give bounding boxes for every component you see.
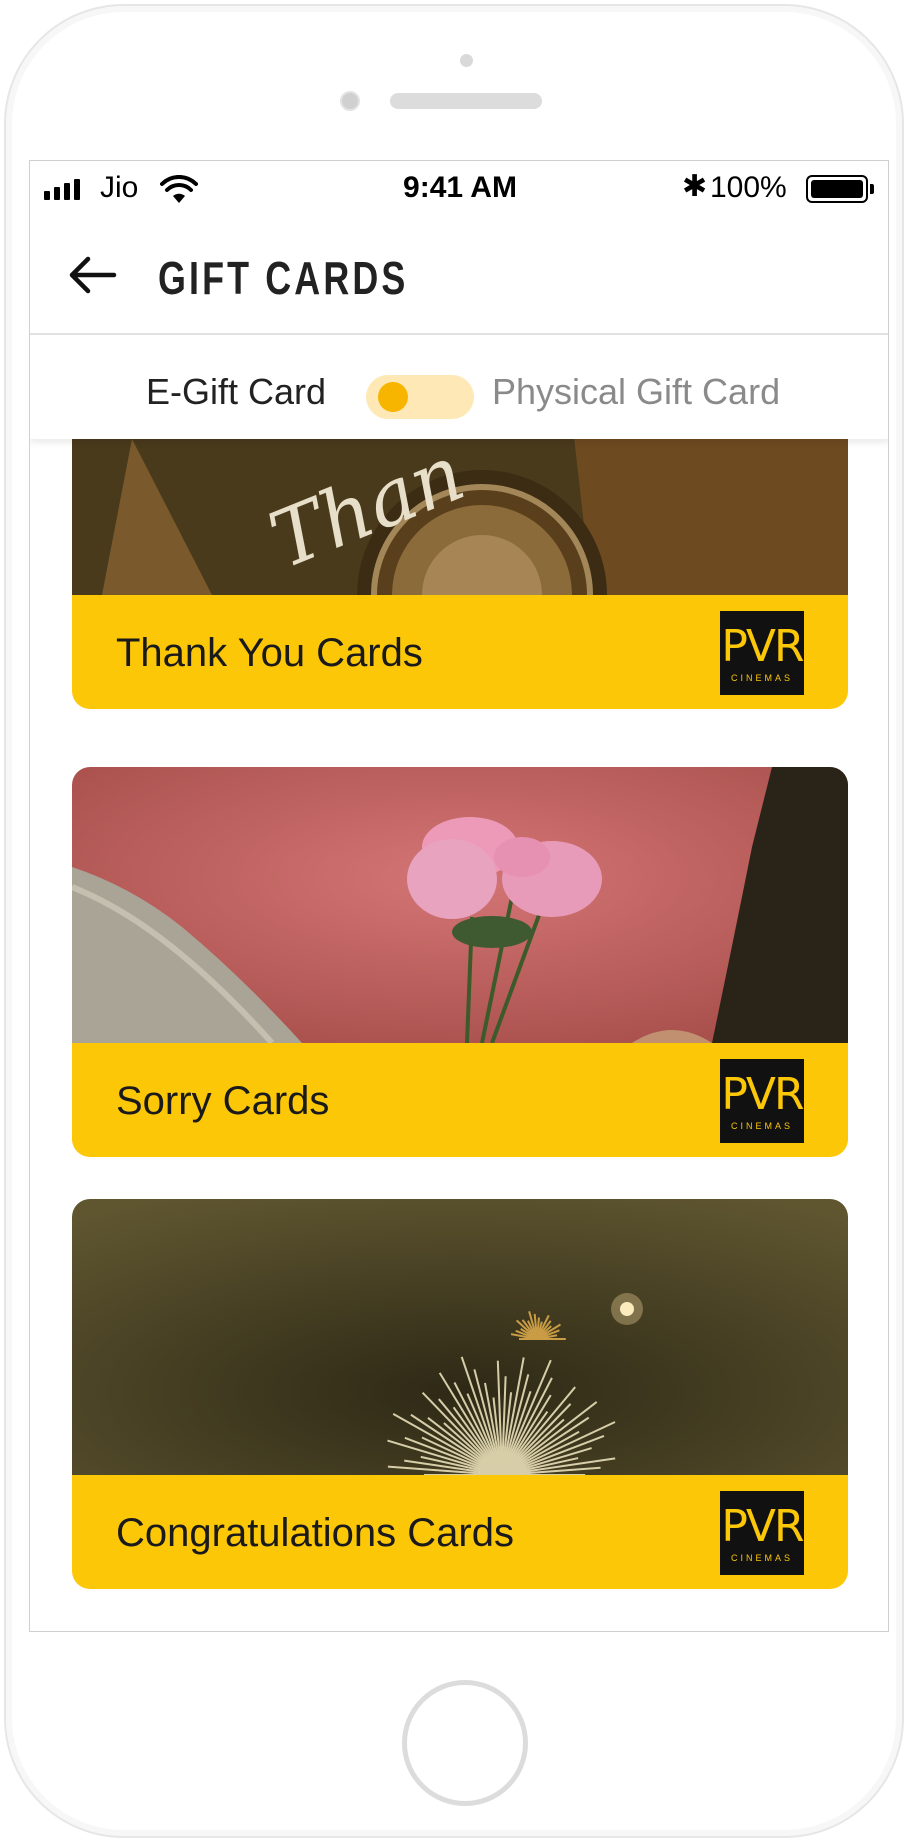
card-label-congratulations: Congratulations Cards: [116, 1511, 514, 1555]
proximity-sensor: [340, 91, 360, 111]
card-image-coffee: Than: [72, 439, 848, 595]
pvr-logo: PVR CINEMAS: [720, 1491, 805, 1575]
card-sorry[interactable]: Sorry Cards PVR CINEMAS: [72, 767, 848, 1157]
app-header: GIFT CARDS: [30, 217, 888, 335]
card-footer: Sorry Cards PVR CINEMAS: [72, 1043, 848, 1157]
card-image-fireworks: [72, 1199, 848, 1475]
home-button[interactable]: [402, 1680, 528, 1806]
card-list: Than Thank You Cards PVR CINEMAS Sorry C…: [30, 439, 888, 1631]
card-type-switch[interactable]: [366, 375, 474, 419]
bluetooth-icon: ✱: [682, 170, 708, 203]
card-footer: Thank You Cards PVR CINEMAS: [72, 595, 848, 709]
front-camera-dot: [460, 54, 473, 67]
card-type-toggle-bar: E-Gift Card Physical Gift Card: [30, 335, 888, 439]
app-screen: Jio 9:41 AM ✱ 100% GIFT CARDS E-Gift Car…: [29, 160, 889, 1632]
battery-tip: [870, 184, 874, 194]
card-thank-you[interactable]: Than Thank You Cards PVR CINEMAS: [72, 439, 848, 709]
pvr-logo: PVR CINEMAS: [720, 611, 805, 695]
pvr-logo: PVR CINEMAS: [720, 1059, 805, 1143]
status-bar: Jio 9:41 AM ✱ 100%: [30, 161, 888, 217]
card-label-sorry: Sorry Cards: [116, 1079, 330, 1123]
battery-icon: [806, 175, 868, 203]
switch-knob: [378, 382, 408, 412]
arrow-left-icon[interactable]: [68, 255, 118, 295]
earpiece-speaker: [390, 93, 542, 109]
e-gift-card-label[interactable]: E-Gift Card: [146, 371, 326, 413]
card-congratulations[interactable]: Congratulations Cards PVR CINEMAS: [72, 1199, 848, 1589]
card-label-thank-you: Thank You Cards: [116, 631, 423, 675]
physical-gift-card-label[interactable]: Physical Gift Card: [492, 371, 780, 413]
battery-percentage: 100%: [710, 171, 787, 204]
card-footer: Congratulations Cards PVR CINEMAS: [72, 1475, 848, 1589]
page-title: GIFT CARDS: [158, 252, 409, 304]
card-image-roses: [72, 767, 848, 1043]
